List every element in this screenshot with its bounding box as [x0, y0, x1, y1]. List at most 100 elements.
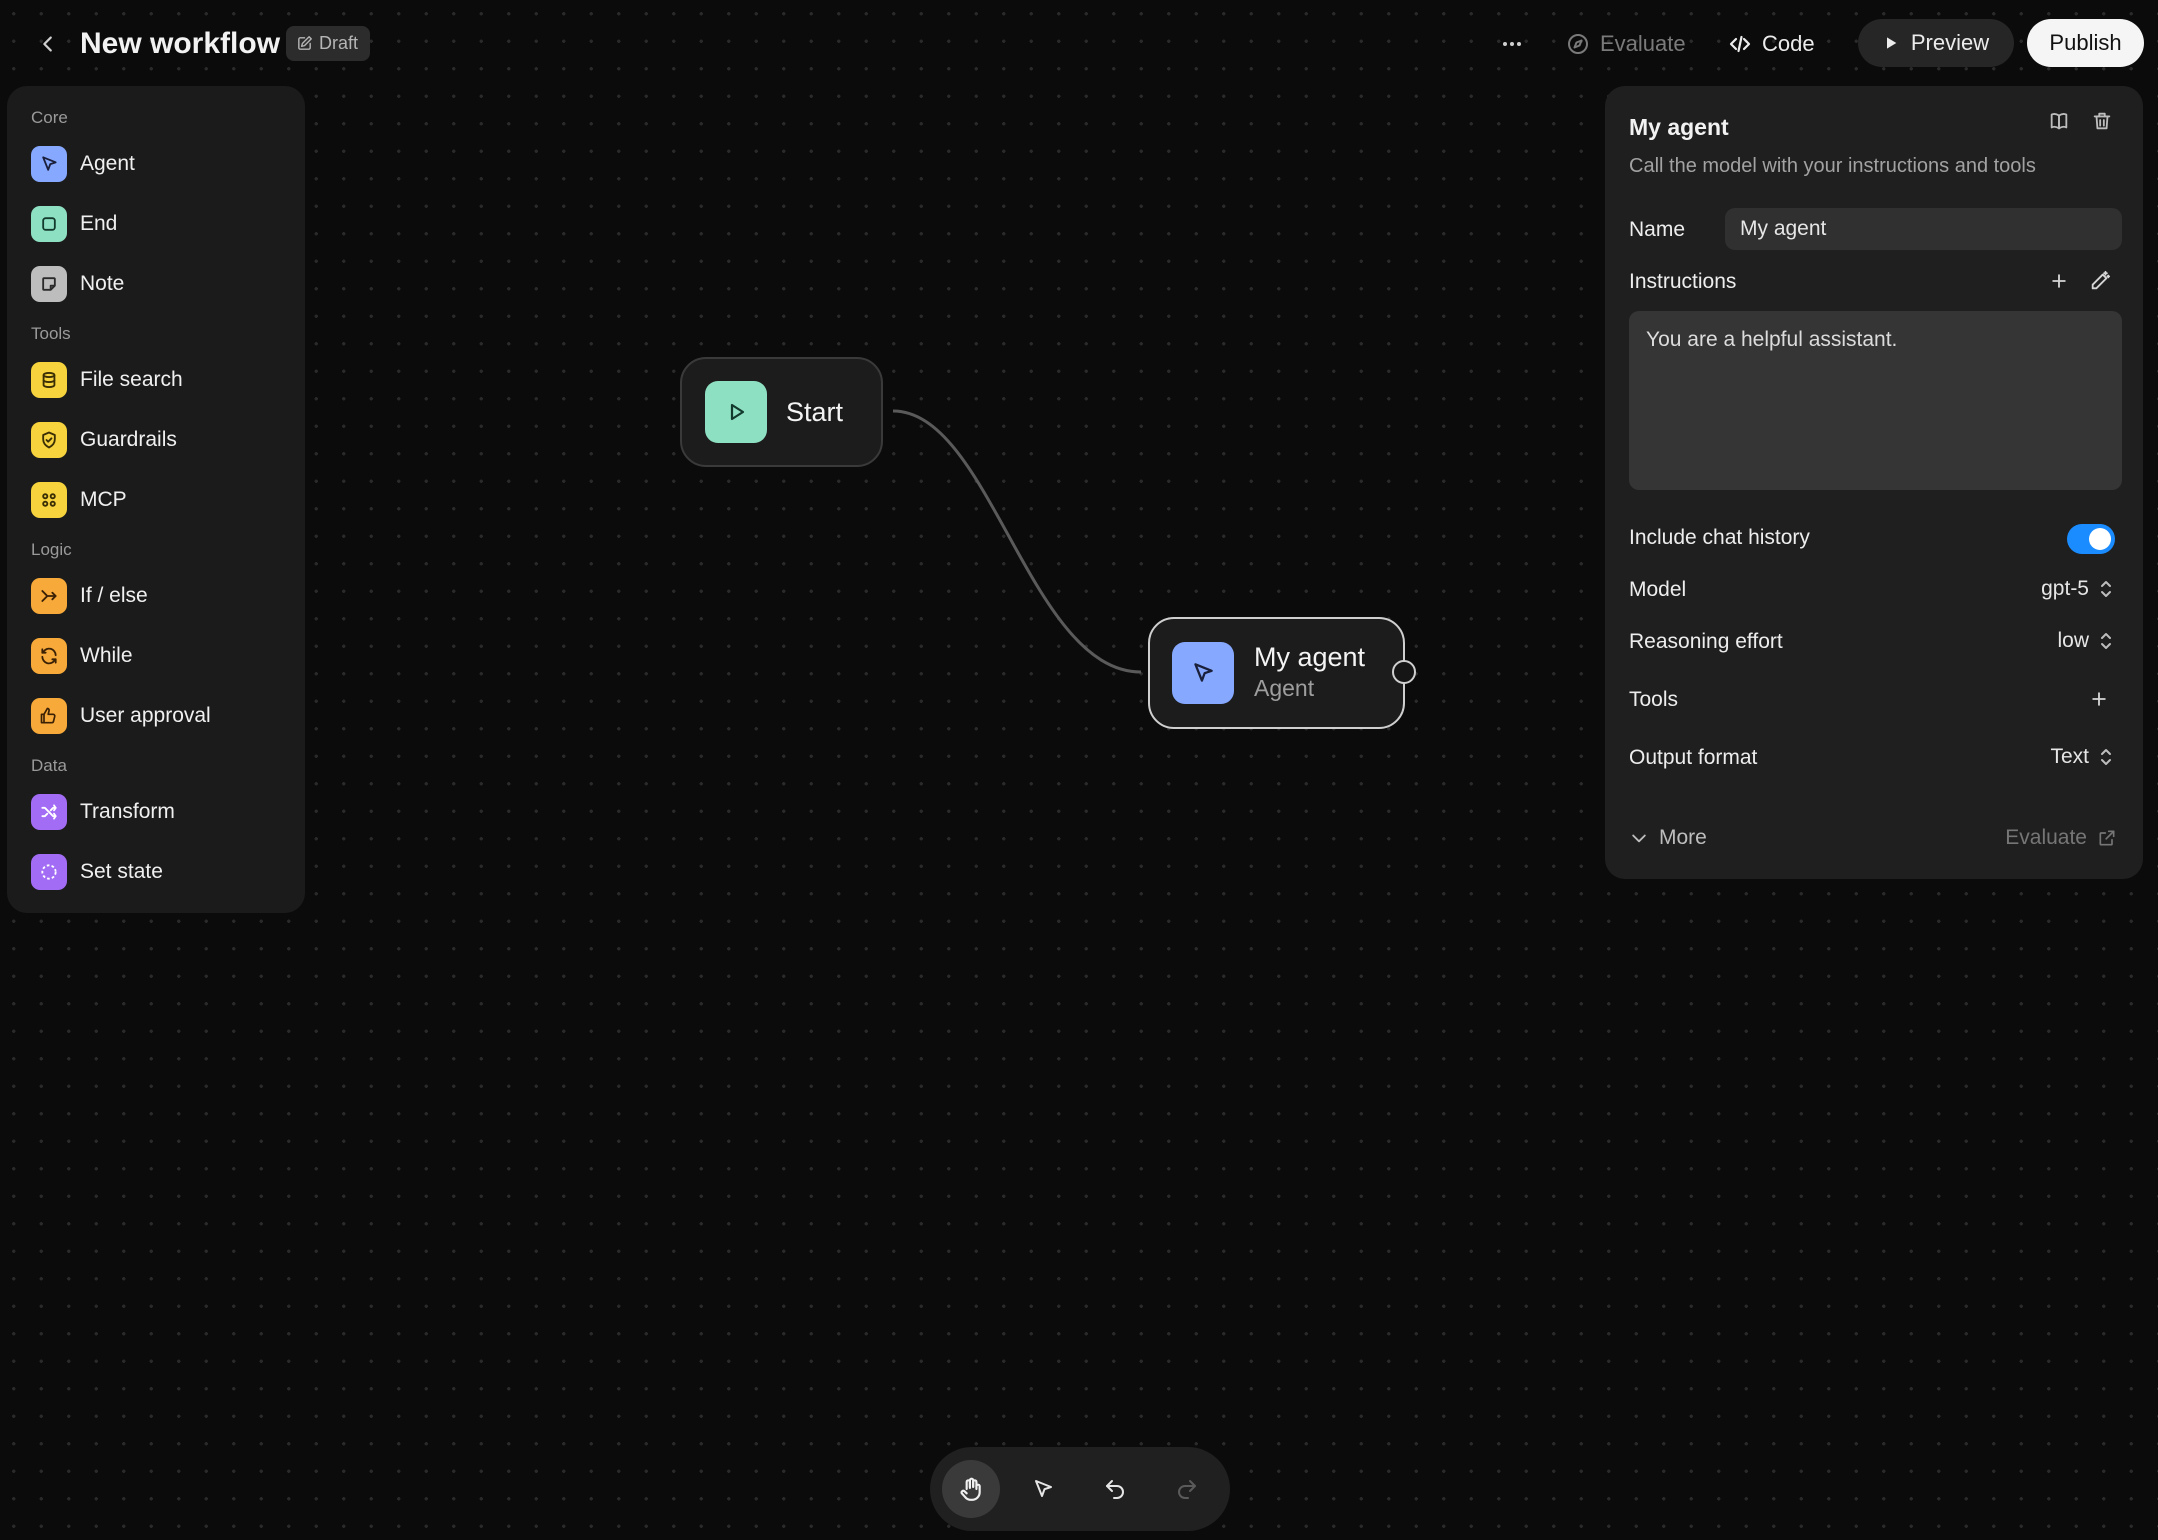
- redo-icon: [1178, 1480, 1196, 1499]
- start-node-title: Start: [786, 397, 844, 427]
- agent-output-handle[interactable]: [1392, 660, 1416, 684]
- pointer-tool-button[interactable]: [1014, 1460, 1072, 1518]
- palette-item-label: Set state: [80, 860, 163, 883]
- reasoning-effort-select[interactable]: low: [2057, 629, 2113, 653]
- chevron-updown-icon: [2101, 581, 2111, 597]
- external-link-icon: [2099, 830, 2115, 846]
- palette-item-end[interactable]: End: [31, 202, 291, 246]
- hand-icon: [960, 1477, 981, 1501]
- ellipsis-icon: [1503, 42, 1521, 46]
- top-bar: New workflow Draft Evaluate Code Preview…: [0, 0, 2158, 88]
- chevron-left-icon: [43, 36, 52, 52]
- add-tool-button[interactable]: [2084, 684, 2114, 714]
- node-palette: Core Agent End Note Tools File search Gu…: [7, 86, 305, 913]
- palette-item-mcp[interactable]: MCP: [31, 478, 291, 522]
- model-select[interactable]: gpt-5: [2041, 577, 2113, 601]
- palette-item-label: If / else: [80, 584, 148, 607]
- database-icon: [31, 362, 67, 398]
- evaluate-link[interactable]: Evaluate: [2005, 826, 2117, 850]
- agent-icon: [1172, 642, 1234, 704]
- dashed-circle-icon: [31, 854, 67, 890]
- book-icon: [2050, 113, 2068, 130]
- section-label-core: Core: [31, 108, 68, 127]
- output-format-label: Output format: [1629, 746, 1758, 769]
- play-icon: [1886, 37, 1897, 49]
- agent-icon: [31, 146, 67, 182]
- agent-node[interactable]: My agent Agent: [1148, 617, 1405, 729]
- mcp-icon: [31, 482, 67, 518]
- delete-node-button[interactable]: [2087, 106, 2117, 136]
- edit-icon: [298, 36, 312, 50]
- undo-icon: [1106, 1480, 1124, 1499]
- palette-item-if-else[interactable]: If / else: [31, 574, 291, 618]
- palette-item-set-state[interactable]: Set state: [31, 850, 291, 894]
- palette-item-label: Guardrails: [80, 428, 177, 451]
- code-button[interactable]: Code: [1728, 24, 1815, 64]
- palette-item-file-search[interactable]: File search: [31, 358, 291, 402]
- model-value: gpt-5: [2041, 577, 2089, 600]
- more-options-button[interactable]: [1494, 26, 1530, 62]
- shuffle-icon: [31, 794, 67, 830]
- start-node[interactable]: Start: [680, 357, 883, 467]
- palette-item-while[interactable]: While: [31, 634, 291, 678]
- evaluate-button[interactable]: Evaluate: [1566, 24, 1686, 64]
- chat-history-toggle[interactable]: [2067, 524, 2115, 554]
- palette-item-agent[interactable]: Agent: [31, 142, 291, 186]
- plus-icon: [2092, 692, 2106, 706]
- more-options-toggle[interactable]: More: [1629, 826, 1707, 850]
- publish-button[interactable]: Publish: [2027, 19, 2144, 67]
- name-label: Name: [1629, 218, 1686, 241]
- agent-node-subtitle: Agent: [1254, 675, 1315, 701]
- model-label: Model: [1629, 578, 1687, 601]
- palette-item-label: Agent: [80, 152, 135, 175]
- loop-icon: [31, 638, 67, 674]
- reasoning-effort-label: Reasoning effort: [1629, 630, 1783, 653]
- palette-item-label: MCP: [80, 488, 127, 511]
- end-icon: [31, 206, 67, 242]
- palette-item-label: Transform: [80, 800, 175, 823]
- thumbs-icon: [31, 698, 67, 734]
- plus-icon: [2052, 274, 2066, 288]
- palette-item-label: End: [80, 212, 118, 235]
- palette-item-user-approval[interactable]: User approval: [31, 694, 291, 738]
- trash-icon: [2093, 112, 2111, 130]
- name-field[interactable]: [1725, 208, 2122, 250]
- redo-button[interactable]: [1158, 1460, 1216, 1518]
- palette-item-label: User approval: [80, 704, 211, 727]
- code-label: Code: [1762, 31, 1815, 56]
- node-inspector-panel: My agent Call the model with your instru…: [1605, 86, 2143, 879]
- code-icon: [1729, 35, 1751, 53]
- back-button[interactable]: [30, 26, 66, 62]
- output-format-select[interactable]: Text: [2050, 745, 2113, 769]
- preview-button[interactable]: Preview: [1858, 19, 2014, 67]
- shield-icon: [31, 422, 67, 458]
- instructions-label: Instructions: [1629, 270, 1737, 293]
- instructions-textarea[interactable]: You are a helpful assistant.: [1629, 311, 2122, 490]
- palette-item-label: File search: [80, 368, 183, 391]
- hand-tool-button[interactable]: [942, 1460, 1000, 1518]
- undo-button[interactable]: [1086, 1460, 1144, 1518]
- section-label-data: Data: [31, 756, 67, 775]
- add-instruction-button[interactable]: [2044, 266, 2074, 296]
- branch-icon: [31, 578, 67, 614]
- section-label-tools: Tools: [31, 324, 71, 343]
- toggle-knob: [2089, 528, 2111, 550]
- workflow-title[interactable]: New workflow: [80, 22, 280, 66]
- inspector-description: Call the model with your instructions an…: [1629, 155, 2036, 177]
- reasoning-effort-value: low: [2057, 629, 2089, 652]
- section-label-logic: Logic: [31, 540, 72, 559]
- draft-badge: Draft: [286, 26, 371, 61]
- canvas-toolbar: [930, 1447, 1230, 1531]
- palette-item-note[interactable]: Note: [31, 262, 291, 306]
- chevron-updown-icon: [2101, 633, 2111, 649]
- preview-label: Preview: [1910, 30, 1990, 55]
- palette-item-transform[interactable]: Transform: [31, 790, 291, 834]
- note-icon: [31, 266, 67, 302]
- tools-label: Tools: [1629, 688, 1679, 711]
- play-icon: [705, 381, 767, 443]
- more-label: More: [1659, 826, 1707, 849]
- docs-button[interactable]: [2044, 106, 2074, 136]
- palette-item-guardrails[interactable]: Guardrails: [31, 418, 291, 462]
- generate-instructions-button[interactable]: [2085, 266, 2115, 296]
- chevron-updown-icon: [2101, 749, 2111, 765]
